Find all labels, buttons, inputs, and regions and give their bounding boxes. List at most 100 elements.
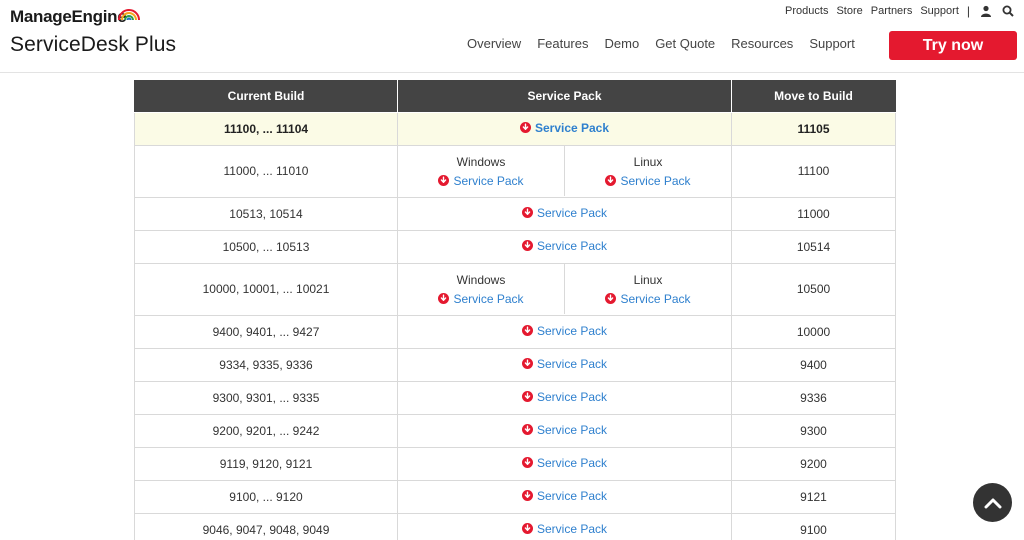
windows-label: Windows [456, 272, 506, 287]
service-pack-link[interactable]: Service Pack [521, 356, 608, 371]
current-build-cell: 9046, 9047, 9048, 9049 [134, 512, 398, 540]
move-to-build-cell: 9121 [731, 479, 896, 514]
download-icon [521, 207, 533, 219]
table-body: 11100, ... 11104 Service Pack 11105 11000, … [134, 111, 896, 540]
move-to-build-cell: 11105 [731, 111, 896, 146]
download-icon [438, 293, 450, 304]
service-pack-link-windows[interactable]: Service Pack [438, 173, 524, 188]
table-row: 11100, ... 11104 Service Pack 11105 [134, 111, 896, 146]
service-pack-link[interactable]: Service Pack [521, 522, 607, 536]
download-icon [605, 175, 617, 186]
service-pack-cell: Service Pack [397, 512, 732, 540]
download-icon [521, 523, 533, 535]
service-pack-link[interactable]: Service Pack [521, 238, 608, 253]
toplink-products[interactable]: Products [785, 5, 828, 17]
download-icon [521, 391, 533, 403]
scroll-to-top-button[interactable] [973, 483, 1012, 522]
linux-label: Linux [633, 272, 663, 287]
service-pack-link-label: Service Pack [453, 173, 524, 188]
table-row: 9400, 9401, ... 9427 Service Pack 10000 [134, 314, 896, 349]
service-pack-link[interactable]: Service Pack [521, 423, 607, 437]
move-to-build-cell: 10000 [731, 314, 896, 349]
current-build-cell: 9300, 9301, ... 9335 [134, 380, 398, 415]
brand-logo[interactable]: ManageEngine ServiceDesk Plus [10, 7, 176, 57]
service-pack-link[interactable]: Service Pack [521, 488, 608, 503]
service-pack-link-label: Service Pack [536, 356, 608, 371]
service-pack-link-label: Service Pack [536, 389, 608, 404]
service-pack-link-linux[interactable]: Service Pack [605, 291, 691, 306]
table-row: 9334, 9335, 9336 Service Pack 9400 [134, 347, 896, 382]
move-to-build-cell: 9400 [731, 347, 896, 382]
download-icon [519, 122, 531, 134]
service-pack-link-label: Service Pack [536, 323, 608, 338]
service-pack-link[interactable]: Service Pack [519, 120, 610, 135]
nav-overview[interactable]: Overview [467, 36, 521, 51]
download-icon [438, 175, 450, 186]
service-pack-link-label: Service Pack [536, 455, 608, 470]
move-to-build-cell: 11000 [731, 196, 896, 231]
service-pack-cell: Service Pack [397, 446, 732, 481]
download-icon [521, 490, 533, 502]
current-build-cell: 10000, 10001, ... 10021 [134, 262, 398, 316]
move-to-build-cell: 9300 [731, 413, 896, 448]
move-to-build-cell: 10514 [731, 229, 896, 264]
service-pack-link-label: Service Pack [536, 205, 608, 220]
linux-pack: Linux Service Pack [564, 146, 731, 196]
nav-get-quote[interactable]: Get Quote [655, 36, 715, 51]
service-pack-link-label: Service Pack [620, 173, 691, 188]
service-pack-cell: Service Pack [397, 413, 732, 448]
service-pack-link[interactable]: Service Pack [521, 389, 608, 404]
service-pack-link-label: Service Pack [620, 291, 691, 306]
table-row: 9100, ... 9120 Service Pack 9121 [134, 479, 896, 514]
user-icon[interactable] [980, 5, 992, 17]
service-pack-link-label: Service Pack [534, 120, 610, 135]
service-pack-link-label: Service Pack [453, 291, 524, 306]
download-icon [521, 240, 533, 252]
windows-label: Windows [456, 154, 506, 169]
service-pack-link[interactable]: Service Pack [521, 323, 608, 338]
header-current-build: Current Build [134, 80, 398, 113]
table-row: 10000, 10001, ... 10021 Windows Service Pa… [134, 262, 896, 316]
move-to-build-cell: 9100 [731, 512, 896, 540]
company-name: ManageEngine [10, 7, 127, 26]
table-header-row: Current Build Service Pack Move to Build [134, 80, 896, 113]
service-pack-cell: Service Pack [397, 196, 732, 231]
current-build-cell: 10513, 10514 [134, 196, 398, 231]
toplink-support[interactable]: Support [920, 5, 959, 17]
download-icon [521, 325, 533, 337]
toplink-partners[interactable]: Partners [871, 5, 913, 17]
service-pack-cell: Service Pack [397, 229, 732, 264]
service-pack-cell: Service Pack [397, 380, 732, 415]
nav-features[interactable]: Features [537, 36, 588, 51]
download-icon [521, 424, 533, 436]
service-pack-link-label: Service Pack [536, 238, 608, 253]
service-pack-link-linux[interactable]: Service Pack [605, 173, 691, 188]
service-pack-link-windows[interactable]: Service Pack [438, 291, 524, 306]
table-row: 10500, ... 10513 Service Pack 10514 [134, 229, 896, 264]
nav-resources[interactable]: Resources [731, 36, 793, 51]
nav-demo[interactable]: Demo [605, 36, 640, 51]
service-pack-link-label: Service Pack [536, 488, 608, 503]
service-pack-link[interactable]: Service Pack [521, 455, 608, 470]
service-pack-table-wrap: Current Build Service Pack Move to Build… [134, 80, 896, 540]
table-row: 10513, 10514 Service Pack 11000 [134, 196, 896, 231]
nav-support[interactable]: Support [809, 36, 855, 51]
toplink-store[interactable]: Store [836, 5, 862, 17]
table-row: 11000, ... 11010 Windows Service Pack Linux… [134, 144, 896, 198]
current-build-cell: 11000, ... 11010 [134, 144, 398, 198]
move-to-build-cell: 9200 [731, 446, 896, 481]
move-to-build-cell: 10500 [731, 262, 896, 316]
service-pack-link[interactable]: Service Pack [521, 205, 608, 220]
linux-label: Linux [633, 154, 663, 169]
main-nav: Overview Features Demo Get Quote Resourc… [467, 36, 871, 51]
current-build-cell: 9334, 9335, 9336 [134, 347, 398, 382]
search-icon[interactable] [1002, 5, 1014, 17]
table-row: 9300, 9301, ... 9335 Service Pack 9336 [134, 380, 896, 415]
try-now-button[interactable]: Try now [889, 31, 1017, 60]
download-icon [521, 457, 533, 469]
table-row: 9046, 9047, 9048, 9049 Service Pack 9100 [134, 512, 896, 540]
header-move-to-build: Move to Build [731, 80, 896, 113]
download-icon [605, 293, 617, 304]
current-build-cell: 9100, ... 9120 [134, 479, 398, 514]
product-name: ServiceDesk Plus [10, 33, 177, 56]
